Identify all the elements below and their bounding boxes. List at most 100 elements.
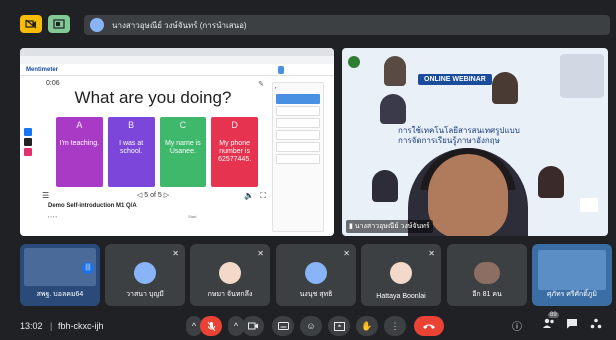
answer-text: I was at school.	[119, 140, 144, 156]
mic-off-button[interactable]	[200, 316, 222, 336]
next-slide-icon[interactable]: ▷	[162, 192, 169, 199]
facebook-icon[interactable]	[24, 128, 32, 136]
presenter-label: นางสาวอุษณีย์ วงษ์จันทร์ (การนำเสนอ)	[112, 20, 247, 30]
mic-off-icon: ✕	[172, 249, 179, 258]
answer-card: B I was at school.	[107, 117, 155, 187]
participant-name: Hattaya Boonlai	[376, 293, 426, 300]
raise-hand-button[interactable]: ✋	[356, 316, 378, 336]
webinar-badge: ONLINE WEBINAR	[418, 74, 492, 85]
avatar	[219, 262, 241, 284]
chat-icon[interactable]	[566, 318, 578, 332]
answer-letter: C	[179, 120, 187, 130]
start-button[interactable]: Start	[188, 214, 196, 219]
group-avatars	[474, 262, 500, 284]
mic-off-icon: ✕	[257, 249, 264, 258]
webinar-title: การใช้เทคโนโลยีสารสนเทศรูปแบบ การจัดการเ…	[398, 126, 594, 146]
answer-text: My name is Usanee.	[164, 140, 201, 156]
answer-card: C My name is Usanee.	[159, 117, 207, 187]
bottom-bar: 13:02 | fbh-ckxc-ijh ^ ^ ☺ ✋ ⋮ ⓘ 89	[0, 312, 616, 340]
participant-tile[interactable]: อีก 81 คน	[447, 244, 527, 306]
org-logo	[348, 56, 360, 68]
speaker-name-chip: ▮ นางสาวอุษณีย์ วงษ์จันทร์	[346, 220, 433, 233]
answer-card: A I'm teaching.	[56, 117, 103, 187]
separator: |	[50, 321, 53, 331]
webinar-title-line: การใช้เทคโนโลยีสารสนเทศรูปแบบ	[398, 126, 520, 135]
present-screen-button[interactable]	[328, 316, 350, 336]
speaker-photo	[384, 56, 406, 86]
site-header: Mentimeter	[20, 64, 334, 76]
pager-text: 5 of 5	[144, 192, 162, 199]
site-logo: Mentimeter	[26, 66, 59, 73]
google-classroom-logo	[580, 198, 598, 212]
instagram-icon[interactable]	[24, 148, 32, 156]
answer-text: I'm teaching.	[59, 140, 100, 147]
slide-type-option[interactable]	[276, 130, 320, 140]
slide-type-option[interactable]	[276, 142, 320, 152]
participant-name: วาสนา บุญมี	[126, 291, 164, 298]
speaker-name: นางสาวอุษณีย์ วงษ์จันทร์	[354, 223, 430, 230]
speaker-photo	[538, 166, 564, 198]
captions-button[interactable]	[272, 316, 294, 336]
answer-card: D My phone number is 62577445.	[211, 117, 258, 187]
avatar	[390, 262, 412, 284]
participants-grid-image	[560, 54, 604, 98]
slide-type-option[interactable]	[276, 94, 320, 104]
social-share-column	[24, 128, 32, 158]
fullscreen-icon[interactable]: ⛶	[260, 191, 266, 201]
speaker-tile[interactable]: ONLINE WEBINAR การใช้เทคโนโลยีสารสนเทศรู…	[342, 48, 608, 236]
audio-level-icon: |||	[82, 262, 94, 274]
avatar	[134, 262, 156, 284]
slide-question: What are you doing?	[74, 88, 232, 107]
participant-tile[interactable]: ✕ Hattaya Boonlai	[361, 244, 441, 306]
speaker-face	[428, 154, 508, 236]
participant-name: สพฐ. บอลคม64	[36, 291, 84, 298]
answer-letter: A	[76, 120, 83, 130]
slide-meta: ▪ ▪ ▪ ▪	[48, 214, 58, 219]
more-options-button[interactable]: ⋮	[384, 316, 406, 336]
avatar	[305, 262, 327, 284]
slide-deck-title: Demo Self-introduction M1 Q/A	[48, 203, 137, 209]
layout-icon[interactable]	[48, 15, 70, 33]
answer-letter: D	[231, 120, 238, 130]
volume-icon[interactable]: 🔈	[244, 191, 254, 200]
meeting-info-icon[interactable]: ⓘ	[512, 318, 522, 333]
answer-letter: B	[128, 120, 135, 130]
participant-tile[interactable]: ✕ กษมา จันทกลึง	[190, 244, 270, 306]
slide-type-option[interactable]	[276, 106, 320, 116]
panel-header: ▪	[275, 85, 277, 90]
activities-icon[interactable]	[590, 318, 602, 332]
browser-tab-bar	[20, 48, 334, 56]
speaker-photo	[380, 94, 406, 124]
people-icon[interactable]	[542, 318, 556, 332]
leave-call-button[interactable]	[414, 316, 444, 336]
participant-video	[538, 250, 606, 290]
clock: 13:02	[20, 321, 43, 331]
slide-type-option[interactable]	[276, 154, 320, 164]
top-bar: นางสาวอุษณีย์ วงษ์จันทร์ (การนำเสนอ)	[0, 0, 616, 44]
shared-screen[interactable]: Mentimeter 0:06 ✎ What are you doing? A I…	[20, 48, 334, 236]
presenter-banner: นางสาวอุษณีย์ วงษ์จันทร์ (การนำเสนอ)	[84, 15, 610, 35]
participant-tile[interactable]: ศุภัทร ศรีศักดิ์ภูมิ	[532, 244, 612, 306]
browser-address-bar	[20, 56, 334, 64]
slide-type-panel: ▪	[272, 82, 324, 232]
presenter-avatar	[90, 18, 104, 32]
participant-name: อีก 81 คน	[472, 291, 502, 298]
participant-name: ศุภัทร ศรีศักดิ์ภูมิ	[546, 291, 598, 298]
participant-tile[interactable]: ||| สพฐ. บอลคม64	[20, 244, 100, 306]
x-icon[interactable]	[24, 138, 32, 146]
mic-off-icon: ✕	[428, 249, 435, 258]
camera-off-indicator[interactable]	[20, 15, 42, 33]
participant-tile[interactable]: ✕ วาสนา บุญมี	[105, 244, 185, 306]
participant-tile[interactable]: ✕ นงนุช สุทธิ	[276, 244, 356, 306]
share-button[interactable]	[278, 66, 284, 74]
edit-icon[interactable]: ✎	[258, 80, 264, 88]
meeting-code: fbh-ckxc-ijh	[58, 321, 104, 331]
slide-type-option[interactable]	[276, 118, 320, 128]
emoji-reaction-button[interactable]: ☺	[300, 316, 322, 336]
speaker-photo	[372, 170, 398, 202]
participant-name: นงนุช สุทธิ	[299, 291, 333, 298]
answer-text: My phone number is 62577445.	[218, 140, 252, 164]
camera-button[interactable]	[242, 316, 264, 336]
answer-cards: A I'm teaching. B I was at school. C My name …	[56, 117, 258, 187]
mic-off-icon: ✕	[343, 249, 350, 258]
